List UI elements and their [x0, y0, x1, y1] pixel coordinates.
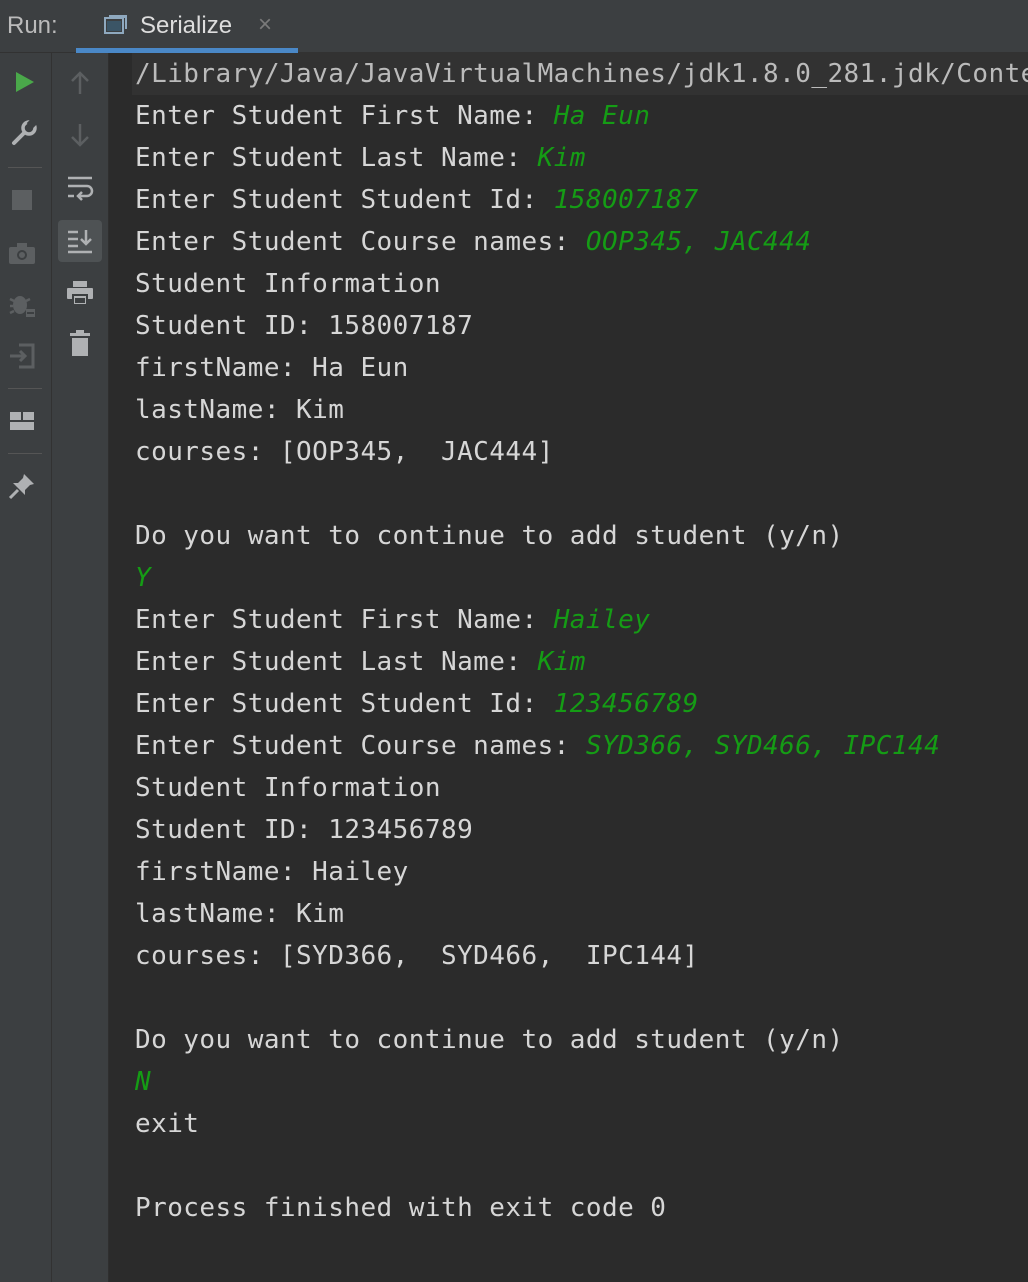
toolbar-separator: [8, 167, 42, 168]
wrench-icon[interactable]: [4, 113, 44, 153]
console-line: Enter Student Student Id: 123456789: [135, 683, 699, 725]
down-arrow-icon[interactable]: [60, 115, 100, 155]
console-line: lastName: Kim: [135, 893, 344, 935]
scroll-to-end-icon[interactable]: [58, 220, 102, 262]
console-line: exit: [135, 1103, 199, 1145]
run-icon[interactable]: [4, 62, 44, 102]
output-text: Enter Student Last Name:: [135, 647, 538, 677]
layout-icon[interactable]: [2, 401, 42, 441]
user-input-text: Kim: [537, 647, 586, 677]
up-arrow-icon[interactable]: [60, 63, 100, 103]
console-line: Enter Student First Name: Hailey: [135, 599, 650, 641]
output-text: Enter Student Course names:: [135, 227, 586, 257]
console-line: Student Information: [135, 263, 441, 305]
command-line: /Library/Java/JavaVirtualMachines/jdk1.8…: [132, 53, 1028, 95]
user-input-text: 123456789: [553, 689, 699, 719]
output-text: Enter Student Course names:: [135, 731, 586, 761]
tab-label: Serialize: [140, 12, 233, 39]
output-text: firstName: Hailey: [135, 857, 409, 887]
console-line: Do you want to continue to add student (…: [135, 515, 844, 557]
output-text: Student Information: [135, 773, 441, 803]
console-line: Enter Student Student Id: 158007187: [135, 179, 699, 221]
console-line: lastName: Kim: [135, 389, 344, 431]
exit-icon[interactable]: [2, 336, 42, 376]
console-line: Enter Student Course names: OOP345, JAC4…: [135, 221, 811, 263]
print-icon[interactable]: [60, 273, 100, 313]
user-input-text: SYD366, SYD466, IPC144: [585, 731, 941, 761]
output-text: exit: [135, 1109, 200, 1139]
soft-wrap-icon[interactable]: [60, 168, 100, 208]
user-input-text: Y: [135, 563, 152, 593]
console-line: Do you want to continue to add student (…: [135, 1019, 844, 1061]
output-text: lastName: Kim: [135, 899, 345, 929]
user-input-text: OOP345, JAC444: [585, 227, 812, 257]
console-line: Enter Student Course names: SYD366, SYD4…: [135, 725, 940, 767]
console-line: Student ID: 158007187: [135, 305, 473, 347]
console-line: Student ID: 123456789: [135, 809, 473, 851]
console-line: Y: [135, 557, 151, 599]
output-text: Enter Student Last Name:: [135, 143, 538, 173]
output-text: courses: [OOP345, JAC444]: [135, 437, 554, 467]
console-output[interactable]: /Library/Java/JavaVirtualMachines/jdk1.8…: [110, 53, 1028, 1282]
user-input-text: 158007187: [553, 185, 699, 215]
pin-icon[interactable]: [2, 466, 42, 506]
output-text: lastName: Kim: [135, 395, 345, 425]
user-input-text: Kim: [537, 143, 586, 173]
console-line: Process finished with exit code 0: [135, 1187, 666, 1229]
console-line: Enter Student First Name: Ha Eun: [135, 95, 650, 137]
console-line: N: [135, 1061, 151, 1103]
output-text: Enter Student First Name:: [135, 101, 554, 131]
console-window-icon: [104, 14, 130, 36]
user-input-text: N: [135, 1067, 152, 1097]
output-text: firstName: Ha Eun: [135, 353, 409, 383]
output-text: Enter Student Student Id:: [135, 689, 554, 719]
console-line: Student Information: [135, 767, 441, 809]
console-line: Enter Student Last Name: Kim: [135, 137, 586, 179]
tab-serialize[interactable]: Serialize ×: [76, 0, 298, 53]
console-toolbar: [52, 53, 109, 1282]
debug-bug-icon[interactable]: [2, 284, 42, 324]
console-line: Enter Student Last Name: Kim: [135, 641, 586, 683]
stop-icon[interactable]: [2, 180, 42, 220]
trash-icon[interactable]: [60, 323, 100, 363]
run-tool-window: Run: Serialize × /Library/Java/JavaVirtu…: [0, 0, 1028, 1282]
output-text: Student ID: 158007187: [135, 311, 474, 341]
close-icon[interactable]: ×: [258, 11, 272, 39]
command-text: /Library/Java/JavaVirtualMachines/jdk1.8…: [135, 59, 1028, 89]
console-line: courses: [SYD366, SYD466, IPC144]: [135, 935, 699, 977]
toolbar-separator: [8, 388, 42, 389]
user-input-text: Ha Eun: [553, 101, 651, 131]
output-text: courses: [SYD366, SYD466, IPC144]: [135, 941, 699, 971]
output-text: Student Information: [135, 269, 441, 299]
toolbar-separator: [8, 453, 42, 454]
output-text: Enter Student Student Id:: [135, 185, 554, 215]
output-text: Process finished with exit code 0: [135, 1193, 667, 1223]
run-label: Run:: [7, 12, 58, 39]
user-input-text: Hailey: [553, 605, 651, 635]
output-text: Do you want to continue to add student (…: [135, 521, 844, 551]
output-text: Enter Student First Name:: [135, 605, 554, 635]
camera-icon[interactable]: [2, 233, 42, 273]
run-toolbar-primary: [0, 53, 52, 1282]
output-text: Student ID: 123456789: [135, 815, 474, 845]
console-line: firstName: Hailey: [135, 851, 409, 893]
console-line: firstName: Ha Eun: [135, 347, 409, 389]
run-tool-window-header: Run: Serialize ×: [0, 0, 1028, 53]
console-line: courses: [OOP345, JAC444]: [135, 431, 554, 473]
output-text: Do you want to continue to add student (…: [135, 1025, 844, 1055]
